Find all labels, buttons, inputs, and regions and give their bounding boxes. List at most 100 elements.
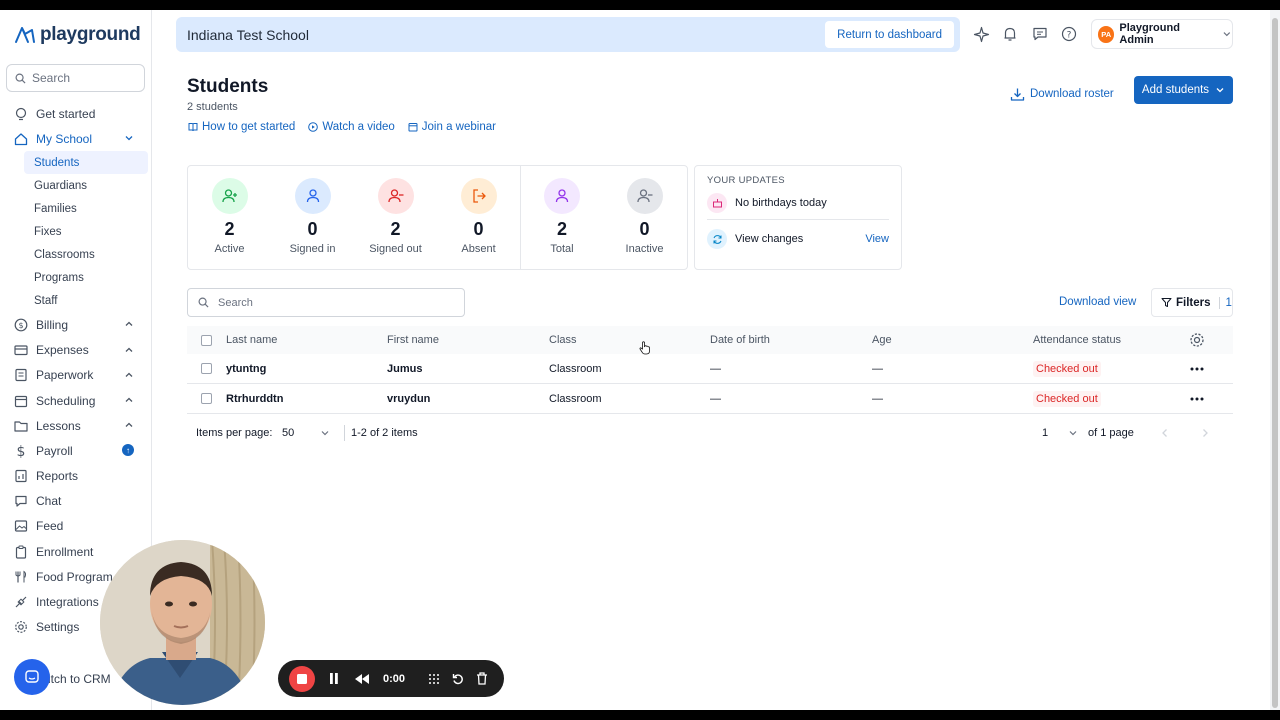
svg-text:?: ? (1067, 30, 1072, 40)
stat-absent[interactable]: 0 Absent (437, 166, 520, 269)
chevron-up-icon (125, 372, 133, 377)
stat-label: Inactive (625, 243, 664, 255)
restart-icon[interactable] (452, 673, 464, 685)
sidebar-item-lessons[interactable]: Lessons (0, 413, 152, 438)
user-icon (544, 178, 580, 214)
scrollbar-thumb[interactable] (1272, 18, 1278, 708)
sidebar-subitem-programs[interactable]: Programs (0, 266, 152, 289)
sidebar-subitem-staff[interactable]: Staff (0, 289, 152, 312)
column-date-of-birth[interactable]: Date of birth (710, 326, 770, 354)
sidebar-item-label: Billing (36, 317, 69, 332)
column-first-name[interactable]: First name (387, 326, 439, 354)
stat-value: 0 (473, 219, 484, 239)
sidebar-item-feed[interactable]: Feed (0, 514, 152, 539)
user-minus-icon (377, 178, 414, 214)
sidebar-item-label: Reports (36, 469, 79, 484)
row-checkbox[interactable] (201, 354, 212, 383)
join-a-webinar-link[interactable]: Join a webinar (408, 121, 496, 133)
logo-text: playground (40, 24, 141, 45)
switch-to-crm-link[interactable]: itch to CRM (48, 672, 111, 686)
page-select[interactable]: 1 (1042, 422, 1082, 444)
stat-total[interactable]: 2 Total (520, 166, 603, 269)
pause-icon[interactable] (329, 673, 339, 684)
prev-page-icon[interactable] (1160, 422, 1170, 444)
screen-recorder-toolbar: 0:00 (278, 660, 504, 697)
sidebar-item-billing[interactable]: $ Billing (0, 312, 152, 337)
user-plus-icon (211, 178, 248, 214)
row-more-icon[interactable] (1190, 354, 1204, 383)
sidebar-item-scheduling[interactable]: Scheduling (0, 388, 152, 413)
sidebar-item-get-started[interactable]: Get started (0, 101, 152, 126)
help-icon[interactable]: ? (1059, 24, 1079, 44)
stat-label: Total (550, 243, 574, 255)
link-label: How to get started (202, 121, 296, 133)
view-changes-link[interactable]: View (865, 233, 889, 245)
sidebar-item-payroll[interactable]: $ Payroll ↑ (0, 438, 152, 463)
stat-active[interactable]: 2 Active (188, 166, 271, 269)
page-scrollbar[interactable] (1270, 10, 1280, 710)
add-students-button[interactable]: Add students (1134, 76, 1233, 104)
grid-icon[interactable] (428, 673, 440, 685)
sidebar-item-reports[interactable]: Reports (0, 464, 152, 489)
sidebar-subitem-classrooms[interactable]: Classrooms (0, 243, 152, 266)
cell-first-name[interactable]: vruydun (387, 384, 430, 413)
download-view-button[interactable]: Download view (1059, 296, 1136, 308)
message-icon[interactable] (1030, 24, 1050, 44)
cell-class: Classroom (549, 392, 602, 405)
select-all-checkbox[interactable] (201, 326, 212, 354)
watch-a-video-link[interactable]: Watch a video (308, 121, 395, 133)
stat-signed-in[interactable]: 0 Signed in (271, 166, 354, 269)
column-attendance-status[interactable]: Attendance status (1033, 326, 1121, 354)
student-search-input[interactable]: Search (187, 288, 465, 317)
table-row[interactable]: ytuntng Jumus Classroom — — Checked out (187, 354, 1233, 384)
column-settings-gear-icon[interactable] (1189, 326, 1205, 354)
table-row[interactable]: Rtrhurddtn vruydun Classroom — — Checked… (187, 384, 1233, 414)
row-more-icon[interactable] (1190, 384, 1204, 413)
filters-button[interactable]: Filters 1 (1151, 288, 1233, 317)
cell-last-name[interactable]: ytuntng (226, 354, 266, 383)
sidebar-item-expenses[interactable]: Expenses (0, 338, 152, 363)
sidebar-item-paperwork[interactable]: Paperwork (0, 363, 152, 388)
stat-inactive[interactable]: 0 Inactive (603, 166, 686, 269)
calendar-icon (13, 393, 29, 409)
download-roster-button[interactable]: Download roster (1010, 82, 1114, 106)
stop-recording-button[interactable] (289, 665, 315, 692)
return-to-dashboard-button[interactable]: Return to dashboard (825, 21, 954, 48)
play-circle-icon (308, 122, 319, 132)
cell-last-name[interactable]: Rtrhurddtn (226, 384, 283, 413)
column-last-name[interactable]: Last name (226, 326, 277, 354)
sidebar-search-input[interactable]: Search (6, 64, 145, 92)
user-menu[interactable]: PA Playground Admin (1091, 19, 1233, 49)
column-class[interactable]: Class (549, 326, 577, 354)
how-to-get-started-link[interactable]: How to get started (188, 121, 295, 133)
link-label: Join a webinar (421, 121, 496, 133)
webcam-overlay[interactable] (100, 540, 265, 705)
search-icon (198, 297, 209, 308)
sidebar-subitem-fixes[interactable]: Fixes (0, 220, 152, 243)
sidebar-subitem-guardians[interactable]: Guardians (0, 174, 152, 197)
items-per-page-select[interactable]: 50 (282, 422, 332, 444)
items-per-page-label: Items per page: (196, 427, 273, 439)
cell-first-name[interactable]: Jumus (387, 354, 422, 383)
cell-age: — (872, 392, 883, 405)
next-page-icon[interactable] (1200, 422, 1210, 444)
sidebar-subitem-families[interactable]: Families (0, 197, 152, 220)
column-age[interactable]: Age (872, 326, 892, 354)
chevron-up-icon (125, 347, 133, 352)
logo[interactable]: playground (14, 24, 141, 46)
cell-date-of-birth: — (710, 392, 721, 405)
sparkle-icon[interactable] (971, 24, 991, 44)
rewind-icon[interactable] (355, 673, 369, 684)
row-checkbox[interactable] (201, 384, 212, 413)
sidebar-item-my-school[interactable]: My School (0, 126, 152, 151)
utensils-icon (13, 569, 29, 585)
sidebar-item-label: Food Program (36, 569, 113, 584)
stat-value: 0 (639, 219, 650, 239)
sidebar-subitem-students[interactable]: Students (24, 151, 148, 175)
stat-signed-out[interactable]: 2 Signed out (354, 166, 437, 269)
support-chat-button[interactable] (14, 659, 50, 695)
sidebar-item-chat[interactable]: Chat (0, 489, 152, 514)
bell-icon[interactable] (1000, 24, 1020, 44)
trash-icon[interactable] (476, 672, 488, 685)
home-icon (13, 131, 29, 147)
